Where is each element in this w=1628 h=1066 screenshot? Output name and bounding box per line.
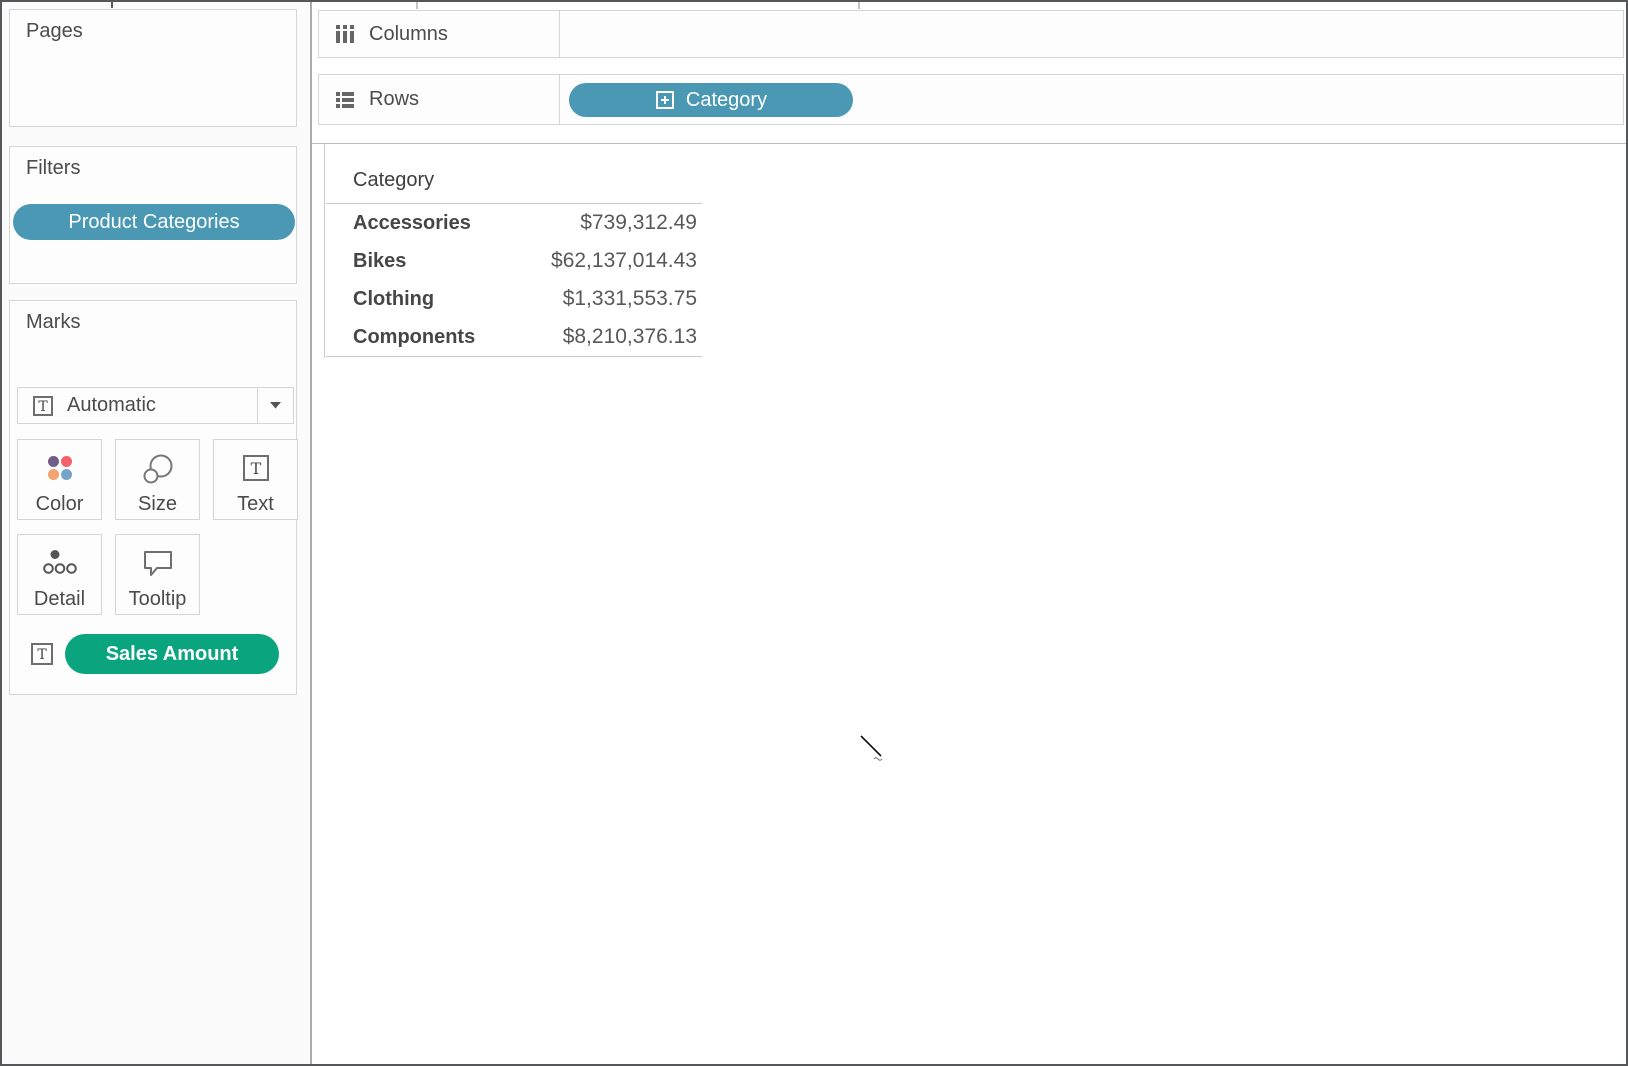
detail-button[interactable]: Detail: [17, 534, 102, 615]
size-button[interactable]: Size: [115, 439, 200, 520]
mouse-cursor-icon: [859, 734, 889, 769]
cell-value[interactable]: $1,331,553.75: [501, 287, 697, 311]
text-mark-icon: T: [31, 394, 55, 418]
rows-icon: [333, 88, 357, 112]
rows-shelf-label: Rows: [369, 88, 419, 111]
tooltip-button[interactable]: Tooltip: [115, 534, 200, 615]
cell-value[interactable]: $739,312.49: [501, 211, 697, 235]
size-circles-icon: [141, 453, 174, 490]
mark-type-dropdown-button[interactable]: [257, 388, 293, 423]
top-edge-tick: [111, 2, 113, 8]
top-edge-tick: [416, 2, 418, 9]
dimension-pill-category[interactable]: Category: [569, 83, 853, 117]
table-bottom-border: [326, 356, 702, 357]
view-top-border: [312, 143, 1626, 144]
tooltip-button-label: Tooltip: [129, 589, 187, 609]
text-button-label: Text: [237, 494, 274, 514]
sidebar-divider[interactable]: [310, 0, 312, 1064]
filter-pill-label: Product Categories: [68, 211, 239, 234]
table-row: Clothing $1,331,553.75: [326, 280, 697, 318]
dimension-pill-label: Category: [686, 89, 767, 112]
measure-pill-label: Sales Amount: [106, 643, 239, 666]
size-button-label: Size: [138, 494, 177, 514]
text-table: Accessories $739,312.49 Bikes $62,137,01…: [326, 204, 697, 356]
columns-icon: [333, 22, 357, 46]
row-header[interactable]: Components: [326, 326, 501, 349]
marks-encoding-row: T Sales Amount: [10, 634, 296, 674]
color-dots-icon: [44, 453, 75, 489]
detail-dots-icon: [42, 548, 78, 581]
columns-shelf-label: Columns: [369, 23, 448, 46]
shelf-divider: [559, 11, 560, 57]
pages-shelf[interactable]: Pages: [9, 9, 297, 127]
table-row: Components $8,210,376.13: [326, 318, 697, 356]
row-header[interactable]: Accessories: [326, 212, 501, 235]
columns-shelf[interactable]: Columns: [318, 10, 1624, 58]
filter-pill-product-categories[interactable]: Product Categories: [13, 204, 295, 240]
detail-button-label: Detail: [34, 589, 85, 609]
row-header[interactable]: Clothing: [326, 288, 501, 311]
measure-pill-sales-amount[interactable]: Sales Amount: [65, 634, 279, 674]
filters-title: Filters: [26, 157, 80, 180]
pages-title: Pages: [26, 20, 83, 43]
shelf-divider: [559, 75, 560, 124]
table-row: Accessories $739,312.49: [326, 204, 697, 242]
table-row: Bikes $62,137,014.43: [326, 242, 697, 280]
row-header[interactable]: Bikes: [326, 250, 501, 273]
marks-card: Marks T Automatic Color: [9, 300, 297, 695]
text-button[interactable]: T Text: [213, 439, 298, 520]
marks-title: Marks: [26, 311, 80, 334]
svg-text:T: T: [37, 647, 47, 663]
mark-type-dropdown[interactable]: T Automatic: [17, 387, 294, 424]
table-left-border: [324, 144, 325, 358]
cell-value[interactable]: $8,210,376.13: [501, 325, 697, 349]
text-box-icon: T: [241, 453, 271, 488]
rows-shelf[interactable]: Rows Category: [318, 74, 1624, 125]
tooltip-bubble-icon: [140, 548, 176, 583]
color-button-label: Color: [36, 494, 84, 514]
chevron-down-icon: [269, 401, 282, 410]
plus-box-icon[interactable]: [655, 90, 675, 110]
color-button[interactable]: Color: [17, 439, 102, 520]
text-mark-icon: T: [29, 641, 55, 667]
filters-shelf[interactable]: Filters Product Categories: [9, 146, 297, 284]
table-header[interactable]: Category: [353, 169, 434, 192]
svg-text:T: T: [38, 399, 48, 415]
top-edge-tick: [858, 2, 860, 9]
svg-text:T: T: [250, 459, 261, 478]
mark-type-value: Automatic: [67, 394, 257, 417]
cell-value[interactable]: $62,137,014.43: [501, 249, 697, 273]
